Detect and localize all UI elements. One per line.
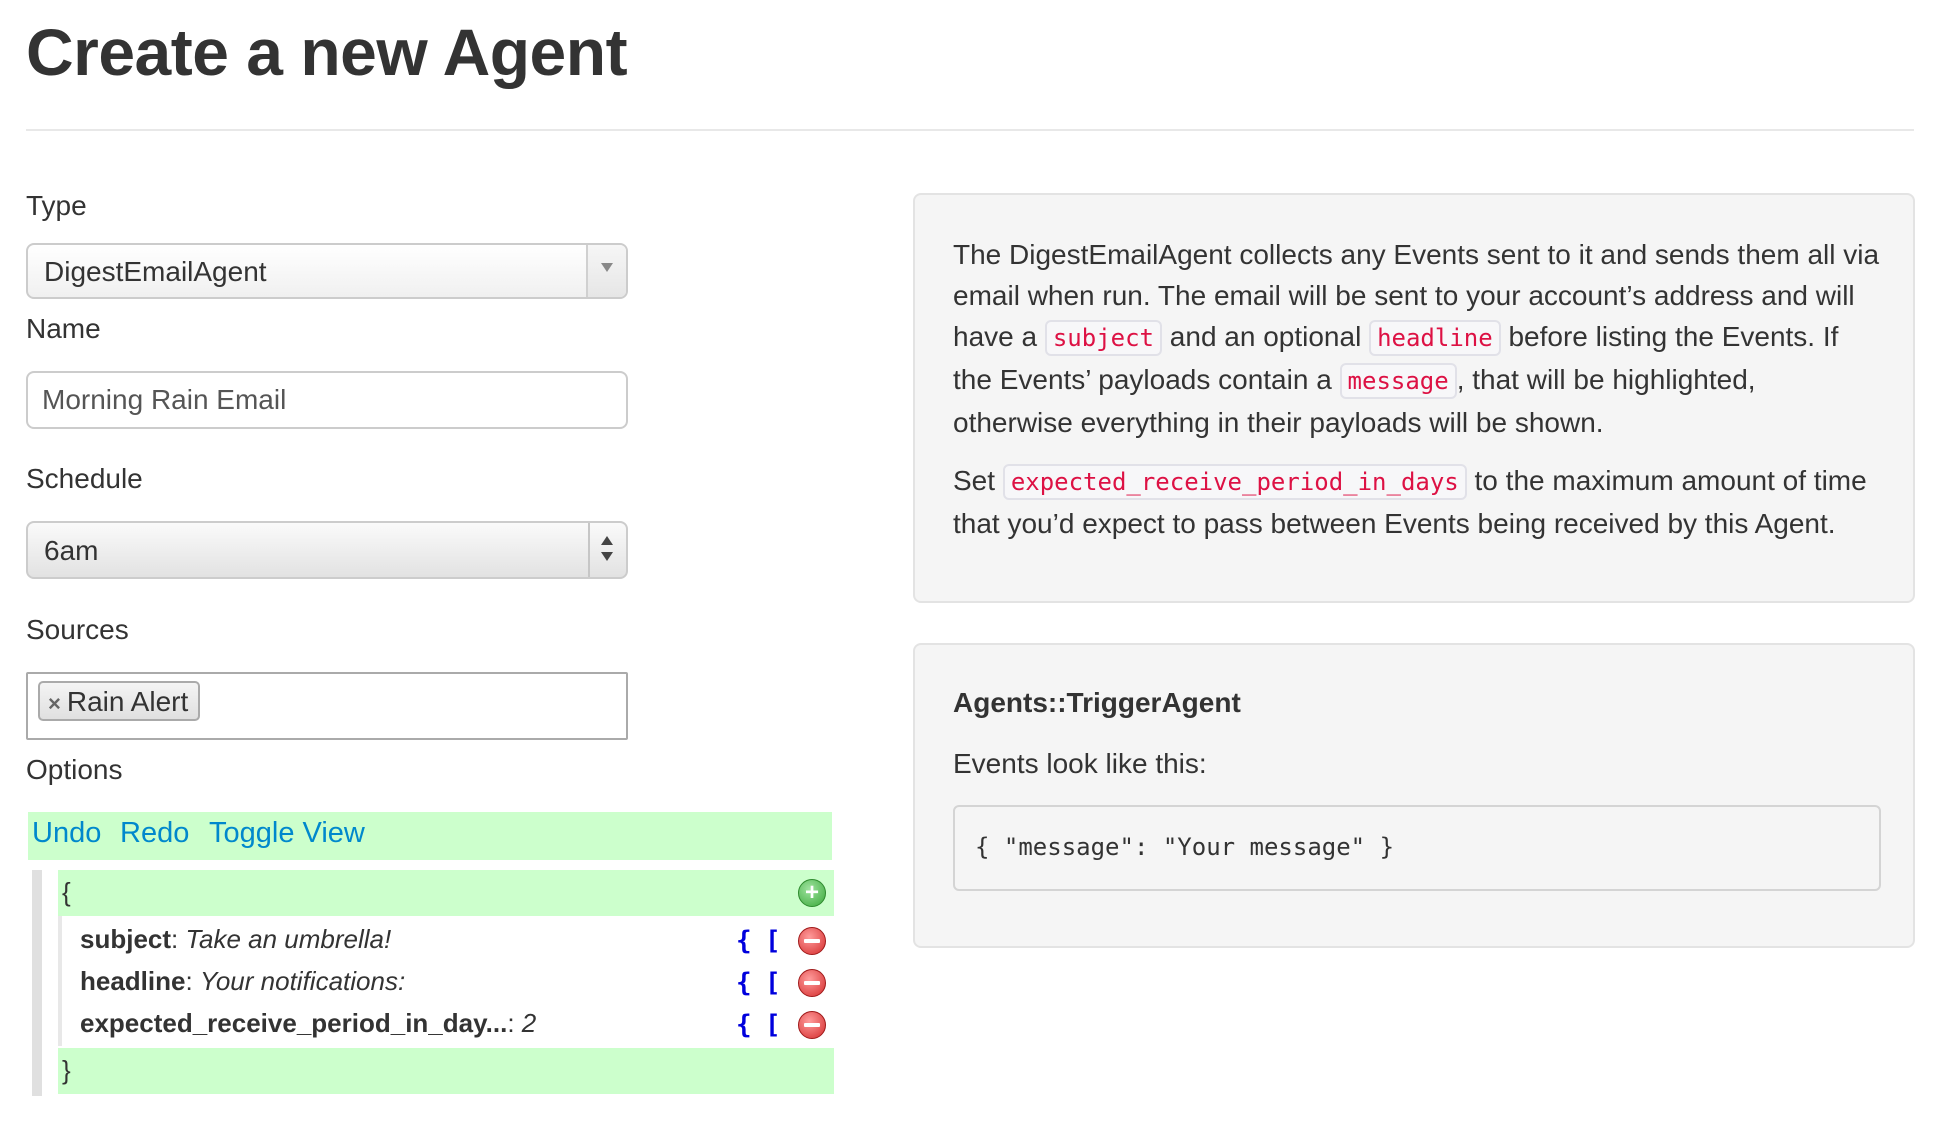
sources-label: Sources xyxy=(26,614,129,645)
schedule-label: Schedule xyxy=(26,463,143,494)
json-close-brace-row: } xyxy=(58,1048,834,1094)
json-editor-toolbar: Undo Redo Toggle View xyxy=(28,812,832,860)
code-expected-period: expected_receive_period_in_days xyxy=(1002,464,1467,500)
name-input[interactable] xyxy=(26,371,628,429)
event-sample-code: { "message": "Your message" } xyxy=(953,805,1881,891)
json-key: expected_receive_period_in_day... xyxy=(80,1008,508,1038)
description-text: Set xyxy=(953,465,1003,496)
convert-to-object-button[interactable]: { xyxy=(736,1010,752,1040)
json-value[interactable]: Take an umbrella! xyxy=(185,924,391,954)
schedule-select[interactable]: 6am xyxy=(26,521,628,579)
type-select-value: DigestEmailAgent xyxy=(44,256,267,287)
minus-circle-icon[interactable] xyxy=(798,969,826,997)
json-key: subject xyxy=(80,924,172,954)
json-separator: : xyxy=(185,966,200,996)
sources-multiselect[interactable]: × Rain Alert xyxy=(26,672,628,740)
chevron-down-icon[interactable] xyxy=(586,245,626,297)
agent-description-panel: The DigestEmailAgent collects any Events… xyxy=(913,193,1915,603)
json-separator: : xyxy=(507,1008,522,1038)
tree-indent-guide-inner xyxy=(58,916,62,1046)
convert-to-object-button[interactable]: { xyxy=(736,968,752,998)
json-value[interactable]: Your notifications: xyxy=(200,966,405,996)
convert-to-array-button[interactable]: [ xyxy=(765,1010,781,1040)
close-icon[interactable]: × xyxy=(48,691,61,716)
schedule-select-value: 6am xyxy=(44,535,99,566)
undo-link[interactable]: Undo xyxy=(32,817,101,850)
code-headline: headline xyxy=(1369,320,1501,356)
source-tag: × Rain Alert xyxy=(38,681,201,721)
convert-to-array-button[interactable]: [ xyxy=(765,926,781,956)
plus-circle-icon[interactable]: + xyxy=(798,879,826,907)
json-row-expected-period[interactable]: expected_receive_period_in_day...: 2 { [ xyxy=(80,1008,840,1050)
code-subject: subject xyxy=(1044,320,1163,356)
type-select[interactable]: DigestEmailAgent xyxy=(26,243,628,299)
description-text: and an optional xyxy=(1162,321,1370,352)
description-paragraph: The DigestEmailAgent collects any Events… xyxy=(953,234,1883,443)
convert-to-object-button[interactable]: { xyxy=(736,926,752,956)
json-open-brace-row: { + xyxy=(58,870,834,916)
event-subtitle: Events look like this: xyxy=(953,748,1207,779)
name-label: Name xyxy=(26,313,101,344)
minus-circle-icon[interactable] xyxy=(798,1011,826,1039)
toggle-view-link[interactable]: Toggle View xyxy=(209,817,365,850)
event-sample-panel: Agents::TriggerAgent Events look like th… xyxy=(913,643,1915,948)
json-row-subject[interactable]: subject: Take an umbrella! { [ xyxy=(80,924,840,966)
json-row-headline[interactable]: headline: Your notifications: { [ xyxy=(80,966,840,1008)
source-tag-label: Rain Alert xyxy=(66,686,189,717)
minus-circle-icon[interactable] xyxy=(798,927,826,955)
type-label: Type xyxy=(26,190,87,221)
json-separator: : xyxy=(171,924,186,954)
json-value[interactable]: 2 xyxy=(522,1008,536,1038)
open-brace: { xyxy=(62,877,71,907)
convert-to-array-button[interactable]: [ xyxy=(765,968,781,998)
header-divider xyxy=(26,129,1914,131)
json-key: headline xyxy=(80,966,186,996)
code-message: message xyxy=(1339,363,1457,399)
description-paragraph-2: Set expected_receive_period_in_days to t… xyxy=(953,460,1883,544)
options-label: Options xyxy=(26,754,123,785)
page-title: Create a new Agent xyxy=(26,15,628,89)
close-brace: } xyxy=(62,1055,71,1085)
up-down-arrows-icon[interactable] xyxy=(588,523,626,577)
tree-indent-guide xyxy=(32,870,42,1096)
event-agent-title: Agents::TriggerAgent xyxy=(953,687,1241,718)
redo-link[interactable]: Redo xyxy=(120,817,189,850)
